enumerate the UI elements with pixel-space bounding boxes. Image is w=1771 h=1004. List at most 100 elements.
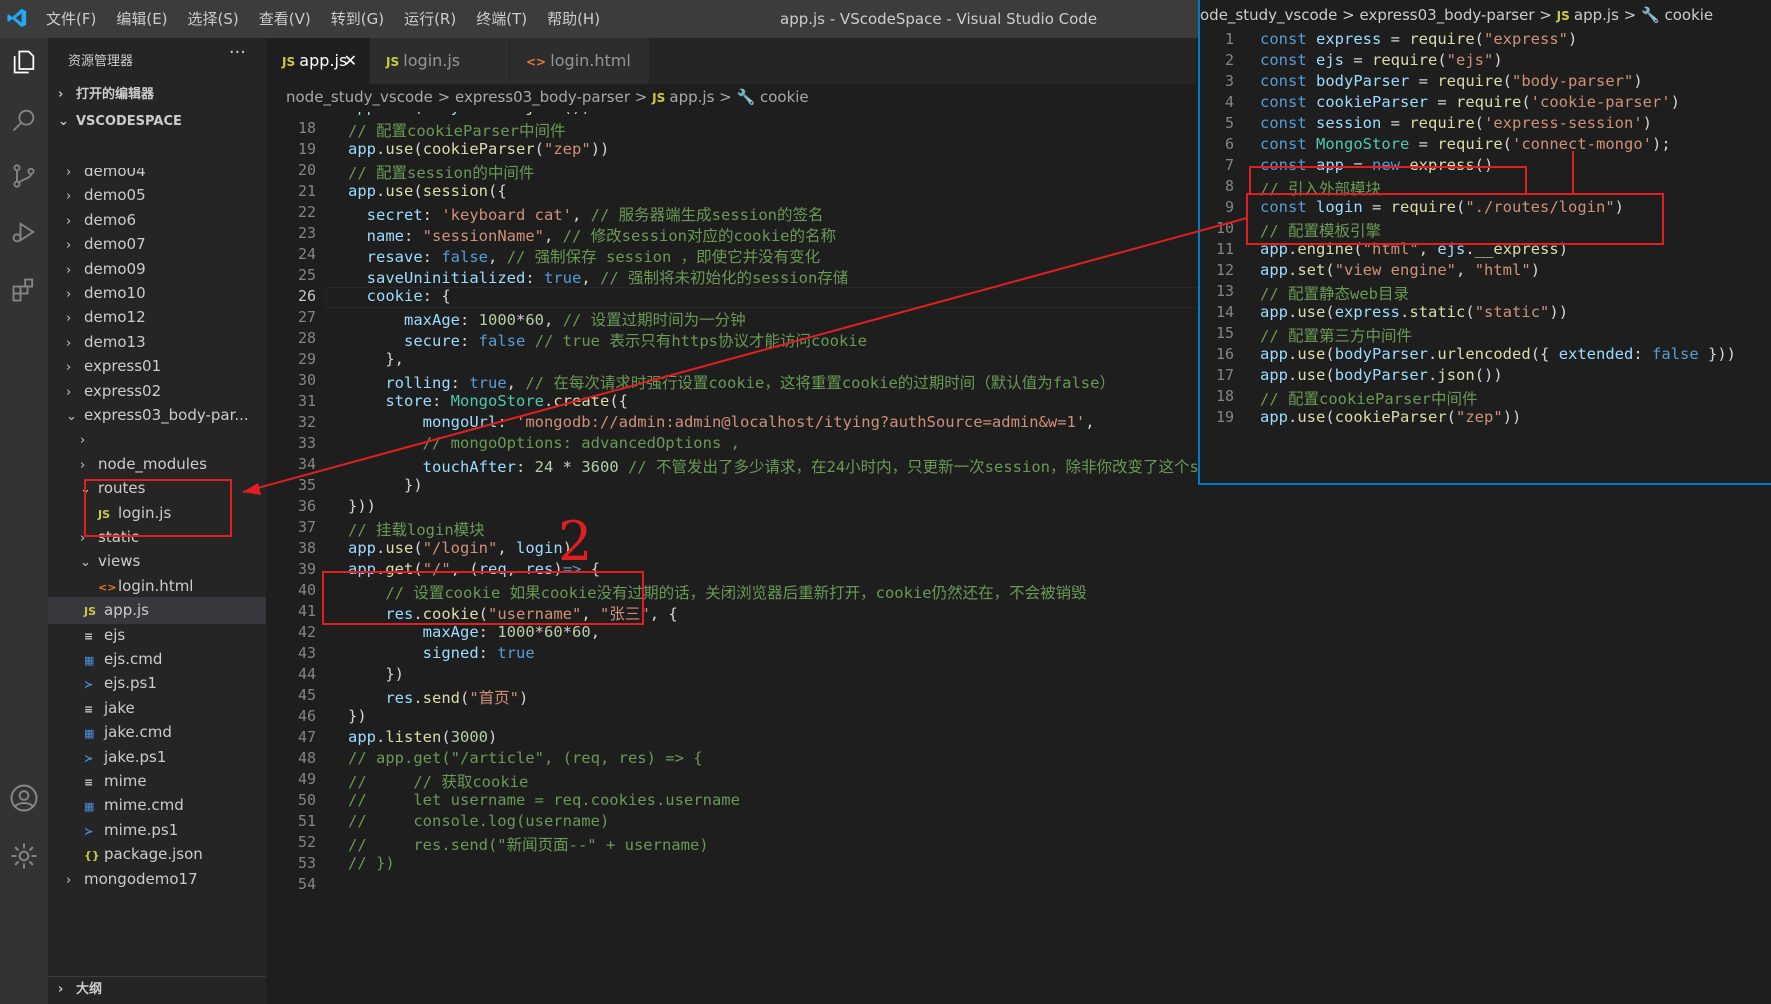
file-tree-item[interactable]: › express01 — [48, 353, 266, 380]
breadcrumb-item[interactable]: app.js — [1574, 6, 1619, 24]
file-tree-item[interactable]: JS login.js — [48, 500, 266, 527]
code-line[interactable]: secure: false // true 表示只有https协议才能访问coo… — [348, 329, 867, 351]
code-line[interactable]: // 设置cookie 如果cookie没有过期的话，关闭浏览器后重新打开，co… — [348, 581, 1086, 603]
code-line[interactable]: const session = require('express-session… — [1260, 114, 1652, 132]
source-control-icon[interactable] — [6, 158, 42, 194]
settings-gear-icon[interactable] — [6, 838, 42, 874]
file-tree-item[interactable]: ≻ ejs.ps1 — [48, 670, 266, 697]
menu-item[interactable]: 终端(T) — [466, 0, 537, 38]
code-line[interactable]: }) — [348, 476, 423, 494]
file-tree-item[interactable]: ▦ mime.cmd — [48, 792, 266, 819]
code-line[interactable]: app.use(session({ — [348, 182, 507, 200]
code-line[interactable]: // 配置静态web目录 — [1260, 282, 1409, 304]
breadcrumb-item[interactable]: node_study_vscode — [286, 88, 433, 106]
code-line[interactable]: // let username = req.cookies.username — [348, 791, 740, 809]
code-line[interactable]: app.listen(3000) — [348, 728, 497, 746]
code-line[interactable]: // console.log(username) — [348, 812, 609, 830]
menu-item[interactable]: 编辑(E) — [106, 0, 177, 38]
code-line[interactable]: const app = new express() — [1260, 156, 1493, 174]
code-line[interactable]: // mongoOptions: advancedOptions , — [348, 434, 740, 452]
code-line[interactable]: secret: 'keyboard cat', // 服务器端生成session… — [348, 203, 824, 225]
code-line[interactable]: const MongoStore = require('connect-mong… — [1260, 135, 1671, 153]
file-tree-item[interactable]: {} package.json — [48, 841, 266, 868]
code-line[interactable]: store: MongoStore.create({ — [348, 392, 628, 410]
code-line[interactable]: // // 获取cookie — [348, 770, 528, 792]
file-tree-item[interactable]: › demo12 — [48, 304, 266, 331]
file-tree-item[interactable]: › demo6 — [48, 207, 266, 234]
code-line[interactable]: maxAge: 1000*60*60, — [348, 623, 600, 641]
file-tree-item[interactable]: ≻ mime.ps1 — [48, 817, 266, 844]
outline-section[interactable]: › 大纲 — [48, 976, 266, 1002]
code-line[interactable]: // app.get("/article", (req, res) => { — [348, 749, 703, 767]
breadcrumb-item[interactable]: express03_body-parser — [1360, 6, 1535, 24]
file-tree-item[interactable]: ▦ ejs.cmd — [48, 646, 266, 673]
code-line[interactable]: cookie: { — [348, 287, 451, 305]
code-line[interactable]: saveUninitialized: true, // 强制将未初始化的sess… — [348, 266, 849, 288]
file-tree-item[interactable]: ≡ jake — [48, 695, 266, 722]
open-editors-section[interactable]: › 打开的编辑器 — [48, 82, 266, 108]
file-tree-item[interactable]: › demo07 — [48, 231, 266, 258]
menu-item[interactable]: 查看(V) — [249, 0, 321, 38]
file-tree-item[interactable]: <> login.html — [48, 573, 266, 600]
file-tree-item[interactable]: ▦ jake.cmd — [48, 719, 266, 746]
file-tree-item[interactable]: › express02 — [48, 378, 266, 405]
account-icon[interactable] — [6, 780, 42, 816]
code-line[interactable]: app.use(bodyParser.json()) — [348, 112, 591, 116]
close-icon[interactable]: ✕ — [344, 38, 357, 84]
breadcrumb-item[interactable]: ode_study_vscode — [1200, 6, 1337, 24]
code-line[interactable]: app.use(bodyParser.urlencoded({ extended… — [1260, 345, 1736, 363]
code-line[interactable]: // 挂载login模块 — [348, 518, 485, 540]
code-line[interactable]: })) — [348, 497, 376, 515]
code-line[interactable]: app.set("view engine", "html") — [1260, 261, 1540, 279]
code-line[interactable]: const ejs = require("ejs") — [1260, 51, 1503, 69]
code-line[interactable]: }) — [348, 707, 367, 725]
code-line[interactable]: // 配置cookieParser中间件 — [348, 119, 565, 141]
menu-item[interactable]: 帮助(H) — [537, 0, 610, 38]
file-tree-item[interactable]: › — [48, 426, 266, 453]
explorer-icon[interactable] — [6, 44, 42, 80]
code-line[interactable]: rolling: true, // 在每次请求时强行设置cookie，这将重置c… — [348, 371, 1115, 393]
run-debug-icon[interactable] — [6, 214, 42, 250]
code-line[interactable]: app.engine("html", ejs.__express) — [1260, 240, 1568, 258]
breadcrumb-item[interactable]: express03_body-parser — [455, 88, 630, 106]
workspace-section[interactable]: ⌄ VSCODESPACE — [48, 109, 266, 135]
file-tree-item[interactable]: ⌄ routes — [48, 475, 266, 502]
tab-login-js[interactable]: JS login.js — [370, 38, 510, 84]
code-line[interactable]: app.use("/login", login) — [348, 539, 572, 557]
code-line[interactable]: // }) — [348, 854, 395, 872]
code-line[interactable]: res.cookie("username", "张三", { — [348, 602, 677, 624]
file-tree-item[interactable]: ≻ jake.ps1 — [48, 744, 266, 771]
code-line[interactable]: mongoUrl: 'mongodb://admin:admin@localho… — [348, 413, 1095, 431]
code-line[interactable]: // 配置session的中间件 — [348, 161, 534, 183]
code-line[interactable]: // 配置cookieParser中间件 — [1260, 387, 1477, 409]
file-tree-item[interactable]: JS app.js — [48, 597, 266, 625]
code-line[interactable]: app.use(cookieParser("zep")) — [348, 140, 609, 158]
more-actions-icon[interactable]: ··· — [229, 42, 246, 63]
file-tree-item[interactable]: › node_modules — [48, 451, 266, 478]
code-line[interactable]: // 引入外部模块 — [1260, 177, 1381, 199]
search-icon[interactable] — [6, 102, 42, 138]
tab-login-html[interactable]: <> login.html — [510, 38, 650, 84]
menu-item[interactable]: 运行(R) — [394, 0, 466, 38]
breadcrumb-item[interactable]: cookie — [760, 88, 809, 106]
code-line[interactable]: }, — [348, 350, 404, 368]
code-line[interactable]: res.send("首页") — [348, 686, 528, 708]
file-tree-item[interactable]: › demo05 — [48, 182, 266, 209]
menu-item[interactable]: 选择(S) — [178, 0, 249, 38]
file-tree-item[interactable]: › demo13 — [48, 329, 266, 356]
code-line[interactable]: app.use(bodyParser.json()) — [1260, 366, 1503, 384]
code-line[interactable]: maxAge: 1000*60, // 设置过期时间为一分钟 — [348, 308, 746, 330]
code-line[interactable]: signed: true — [348, 644, 535, 662]
code-line[interactable]: touchAfter: 24 * 3600 // 不管发出了多少请求，在24小时… — [348, 455, 1255, 477]
menu-item[interactable]: 文件(F) — [36, 0, 106, 38]
file-tree-item[interactable]: ≡ mime — [48, 768, 266, 795]
code-line[interactable]: resave: false, // 强制保存 session ，即使它并没有变化 — [348, 245, 821, 267]
file-tree-item[interactable]: ≡ ejs — [48, 622, 266, 649]
file-tree-item[interactable]: › demo09 — [48, 256, 266, 283]
code-line[interactable]: app.use(express.static("static")) — [1260, 303, 1568, 321]
file-tree-item[interactable]: › mongodemo17 — [48, 866, 266, 893]
code-line[interactable]: // 配置模板引擎 — [1260, 219, 1381, 241]
code-line[interactable]: }) — [348, 665, 404, 683]
code-line[interactable]: const login = require("./routes/login") — [1260, 198, 1624, 216]
file-tree-item[interactable]: ⌄ express03_body-par... — [48, 402, 266, 429]
